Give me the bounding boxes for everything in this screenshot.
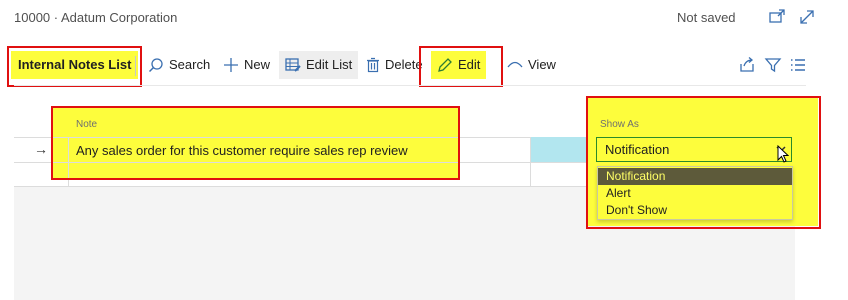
list-view-icon[interactable]: [789, 56, 807, 77]
view-icon: [507, 61, 523, 68]
save-status: Not saved: [677, 10, 736, 25]
edit-list-icon: [285, 58, 301, 72]
search-button[interactable]: Search: [148, 51, 210, 79]
plus-icon: [224, 58, 238, 72]
row-indicator-arrow-icon: →: [34, 141, 48, 157]
edit-list-button[interactable]: Edit List: [279, 51, 359, 79]
annotation-box-note: [51, 106, 460, 180]
page-title: 10000 · Adatum Corporation: [14, 10, 178, 25]
new-label: New: [244, 57, 271, 72]
delete-label: Delete: [385, 57, 423, 72]
new-button[interactable]: New: [223, 51, 270, 79]
search-icon: [148, 58, 163, 73]
view-button[interactable]: View: [507, 51, 556, 79]
delete-button[interactable]: Delete: [366, 51, 423, 79]
share-icon[interactable]: [738, 56, 756, 77]
trash-icon: [367, 57, 379, 73]
open-new-window-icon[interactable]: [767, 7, 787, 27]
filter-icon[interactable]: [764, 56, 782, 77]
view-label: View: [528, 57, 556, 72]
expand-icon[interactable]: [797, 7, 817, 27]
actionbar-divider: [14, 85, 806, 86]
search-label: Search: [169, 57, 211, 72]
annotation-box-show-as: [586, 96, 821, 229]
annotation-box-edit: [419, 46, 503, 87]
divider: [135, 56, 136, 76]
annotation-box-page-tab: [7, 46, 142, 87]
edit-list-label: Edit List: [306, 57, 353, 72]
